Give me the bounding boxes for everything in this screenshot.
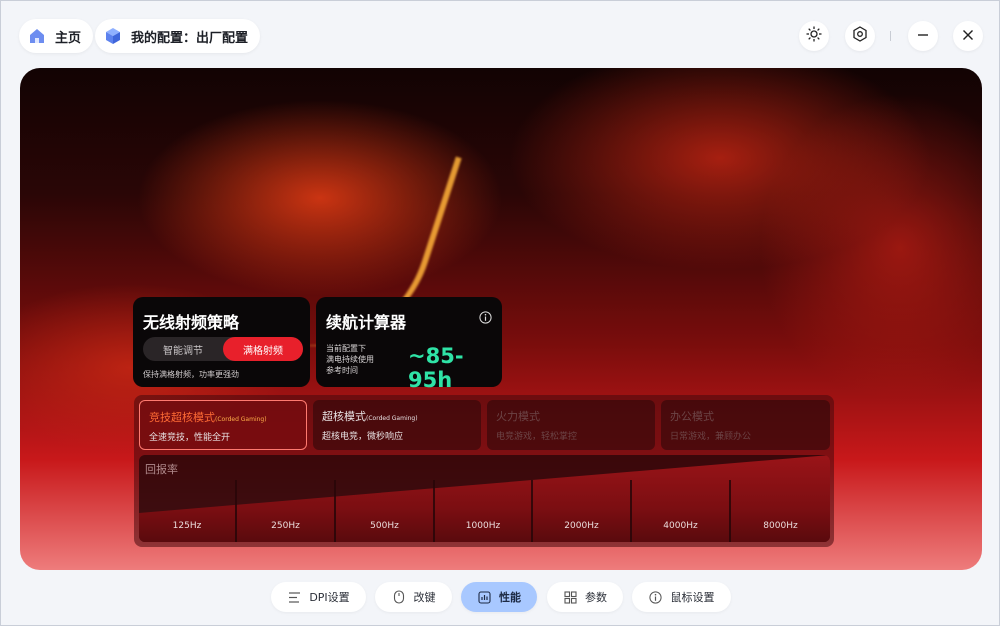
info-icon — [649, 590, 663, 604]
wireless-rf-card: 无线射频策略 智能调节 满格射频 保持满格射频，功率更强劲 — [133, 297, 310, 387]
polling-rate-label: 回报率 — [145, 463, 178, 476]
wireless-rf-title: 无线射频策略 — [143, 313, 240, 332]
rate-option-8000[interactable]: 8000Hz — [731, 480, 830, 542]
mouse-icon — [392, 590, 406, 604]
home-button[interactable]: 主页 — [19, 19, 94, 53]
nav-dpi-settings[interactable]: DPI设置 — [271, 582, 366, 612]
mode-name: 超核模式(Corded Gaming) — [322, 410, 418, 423]
home-label: 主页 — [55, 30, 82, 46]
battery-line: 当前配置下 — [326, 344, 366, 353]
nav-remap[interactable]: 改键 — [375, 582, 452, 612]
battery-estimate: ~85-95h — [408, 344, 464, 392]
rf-note: 保持满格射频，功率更强劲 — [143, 370, 239, 379]
rf-mode-toggle[interactable]: 智能调节 满格射频 — [143, 337, 303, 361]
mode-desc: 日常游戏，兼顾办公 — [670, 432, 752, 442]
nav-label: 鼠标设置 — [670, 591, 715, 604]
divider — [890, 31, 891, 41]
performance-icon — [477, 590, 491, 604]
minimize-button[interactable] — [908, 21, 938, 51]
mode-card-office[interactable]: 办公模式 日常游戏，兼顾办公 — [661, 400, 830, 450]
rate-option-4000[interactable]: 4000Hz — [632, 480, 731, 542]
battery-calculator-title: 续航计算器 — [326, 313, 407, 332]
mode-desc: 超核电竞，微秒响应 — [322, 432, 404, 442]
rf-option-smart[interactable]: 智能调节 — [143, 337, 223, 361]
close-button[interactable] — [953, 21, 983, 51]
mode-desc: 全速竞技，性能全开 — [149, 433, 231, 443]
config-selector[interactable]: 我的配置：出厂配置 — [95, 19, 261, 53]
nav-label: 参数 — [585, 591, 607, 604]
close-icon — [961, 27, 975, 46]
battery-line: 参考时间 — [326, 366, 358, 375]
info-icon[interactable] — [479, 309, 492, 328]
nav-label: DPI设置 — [309, 591, 350, 604]
home-icon — [27, 26, 47, 46]
app-window: 主页 我的配置：出厂配置 无线射频策略 智能调节 满格射频 保持满格射频，功率更… — [0, 0, 1000, 626]
settings-button[interactable] — [845, 21, 875, 51]
nav-label: 改键 — [413, 591, 436, 604]
battery-line: 满电持续使用 — [326, 355, 374, 364]
mode-card-ultra[interactable]: 超核模式(Corded Gaming) 超核电竞，微秒响应 — [313, 400, 481, 450]
brightness-button[interactable] — [799, 21, 829, 51]
settings-hexagon-icon — [852, 26, 868, 46]
rate-option-500[interactable]: 500Hz — [336, 480, 435, 542]
nav-parameters[interactable]: 参数 — [547, 582, 623, 612]
mode-desc: 电竞游戏，轻松掌控 — [496, 432, 578, 442]
nav-mouse-settings[interactable]: 鼠标设置 — [632, 582, 731, 612]
rate-option-250[interactable]: 250Hz — [237, 480, 336, 542]
rate-option-125[interactable]: 125Hz — [139, 480, 237, 542]
nav-label: 性能 — [499, 591, 521, 604]
grid-icon — [563, 590, 577, 604]
sun-icon — [806, 26, 822, 46]
battery-description: 当前配置下 满电持续使用 参考时间 — [326, 343, 374, 376]
polling-rate-slider[interactable]: 回报率 125Hz 250Hz 500Hz 1000Hz 2000Hz 4000… — [139, 455, 830, 542]
config-label: 我的配置：出厂配置 — [131, 30, 249, 46]
minimize-icon — [916, 27, 930, 46]
cube-icon — [103, 26, 123, 46]
mode-name: 竞技超核模式(Corded Gaming) — [149, 411, 267, 424]
performance-banner: 无线射频策略 智能调节 满格射频 保持满格射频，功率更强劲 续航计算器 当前配置… — [20, 68, 982, 570]
mode-name: 火力模式 — [496, 410, 540, 423]
dpi-icon — [287, 590, 301, 604]
rf-option-full[interactable]: 满格射频 — [223, 337, 303, 361]
performance-panel: 竞技超核模式(Corded Gaming) 全速竞技，性能全开 超核模式(Cor… — [134, 395, 834, 547]
mode-card-competitive-ultra[interactable]: 竞技超核模式(Corded Gaming) 全速竞技，性能全开 — [139, 400, 307, 450]
nav-performance[interactable]: 性能 — [461, 582, 537, 612]
mode-card-firepower[interactable]: 火力模式 电竞游戏，轻松掌控 — [487, 400, 655, 450]
battery-calculator-card: 续航计算器 当前配置下 满电持续使用 参考时间 ~85-95h — [316, 297, 502, 392]
mode-name: 办公模式 — [670, 410, 714, 423]
rate-option-1000[interactable]: 1000Hz — [435, 480, 533, 542]
rate-option-2000[interactable]: 2000Hz — [533, 480, 632, 542]
